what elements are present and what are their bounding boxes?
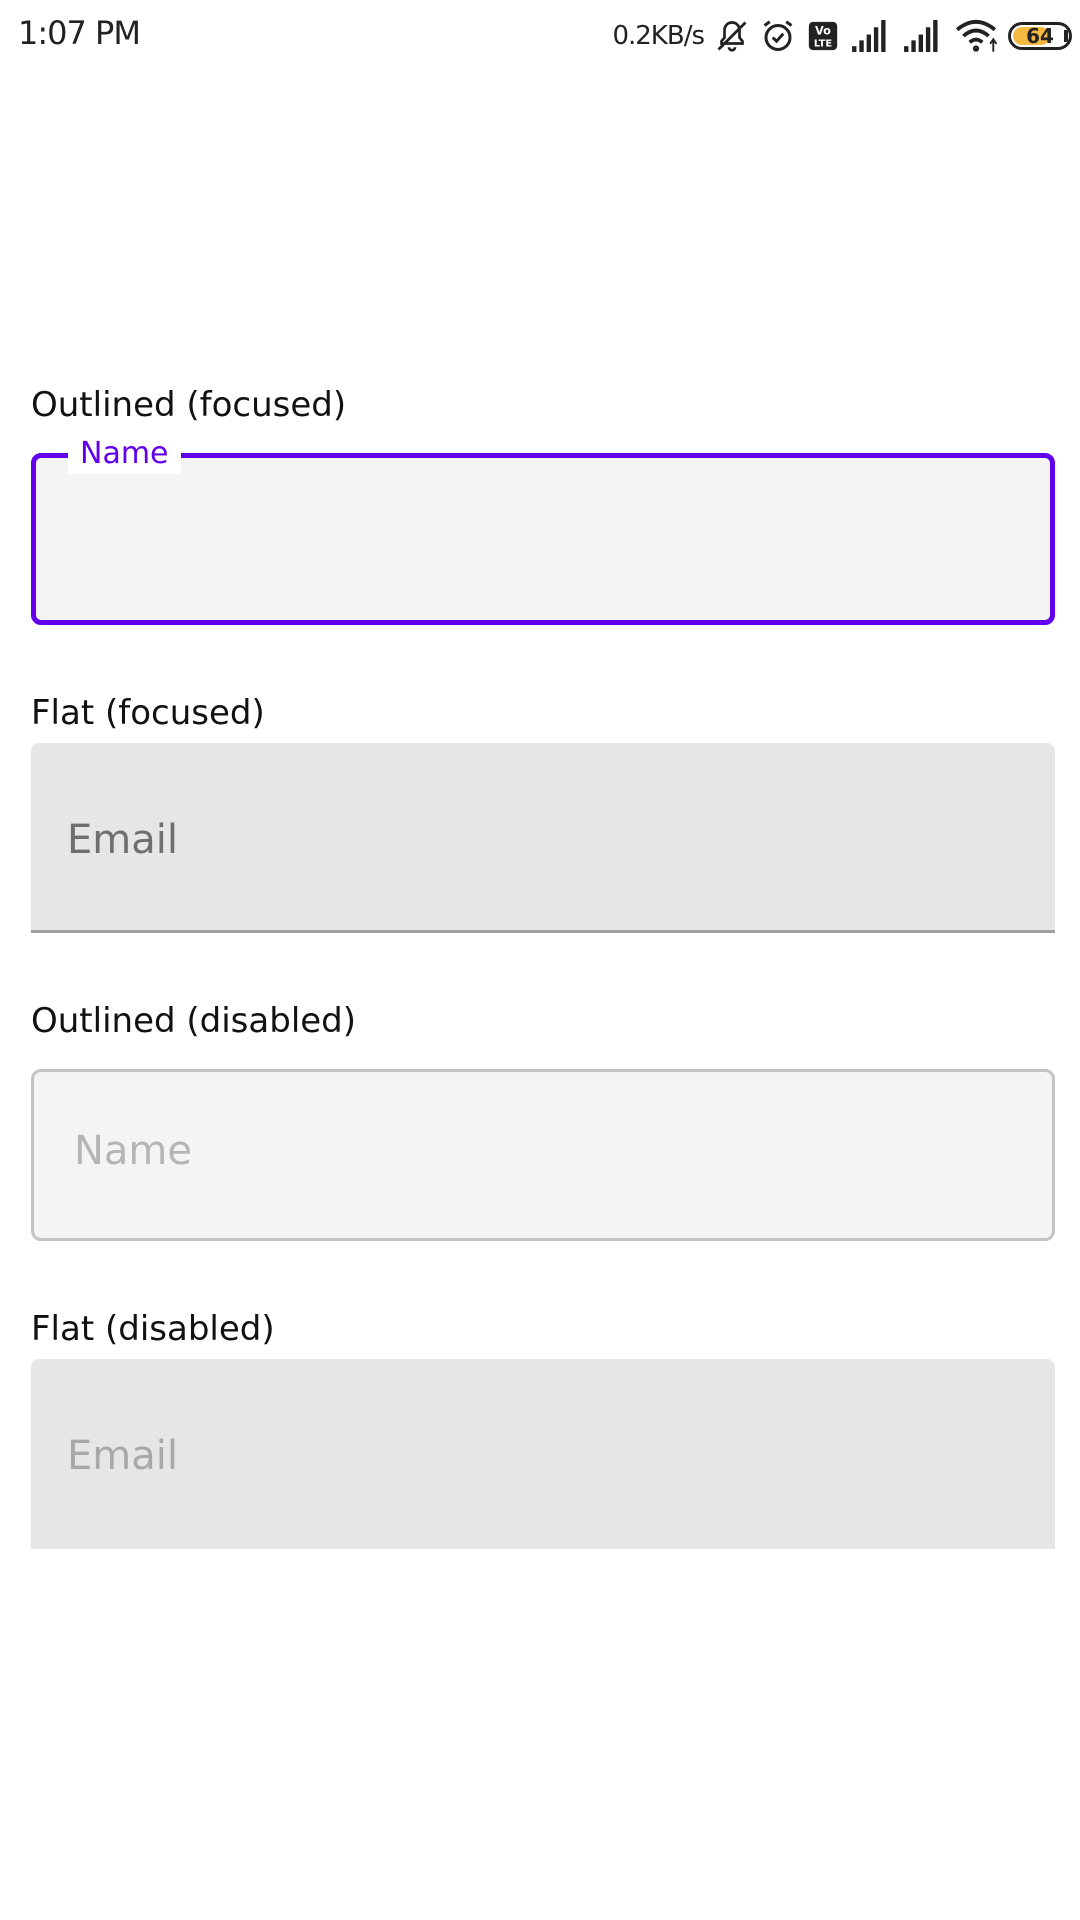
name-placeholder: Name bbox=[74, 1128, 193, 1174]
email-placeholder-disabled: Email bbox=[67, 1433, 178, 1479]
network-speed: 0.2KB/s bbox=[612, 21, 705, 51]
email-placeholder: Email bbox=[67, 817, 178, 863]
signal-icon bbox=[902, 20, 944, 52]
name-input-outlined-focused[interactable]: Name bbox=[31, 434, 1055, 625]
flat-focused-label: Flat (focused) bbox=[31, 693, 265, 733]
screen: 1:07 PM 0.2KB/s Vo LTE 64 Outlined (focu… bbox=[0, 0, 1080, 1920]
name-floating-label: Name bbox=[68, 434, 181, 474]
battery-level-text: 64 bbox=[1026, 24, 1054, 48]
status-bar: 1:07 PM 0.2KB/s Vo LTE 64 bbox=[0, 0, 1080, 72]
alarm-icon bbox=[760, 18, 796, 54]
signal-icon bbox=[850, 20, 892, 52]
volte-icon: Vo LTE bbox=[806, 19, 840, 53]
svg-text:LTE: LTE bbox=[814, 39, 832, 50]
flat-disabled-label: Flat (disabled) bbox=[31, 1309, 275, 1349]
outlined-focused-label: Outlined (focused) bbox=[31, 385, 347, 425]
status-time: 1:07 PM bbox=[18, 14, 141, 52]
status-icons: 0.2KB/s Vo LTE 64 bbox=[612, 14, 1072, 58]
wifi-icon bbox=[954, 18, 998, 54]
notifications-muted-icon bbox=[714, 18, 750, 54]
outlined-disabled-label: Outlined (disabled) bbox=[31, 1001, 357, 1041]
battery-icon: 64 bbox=[1008, 22, 1072, 50]
svg-text:Vo: Vo bbox=[815, 24, 831, 38]
email-input-flat-focused[interactable]: Email bbox=[31, 743, 1055, 933]
email-input-flat-disabled: Email bbox=[31, 1359, 1055, 1549]
name-input-outlined-disabled: Name bbox=[31, 1069, 1055, 1241]
